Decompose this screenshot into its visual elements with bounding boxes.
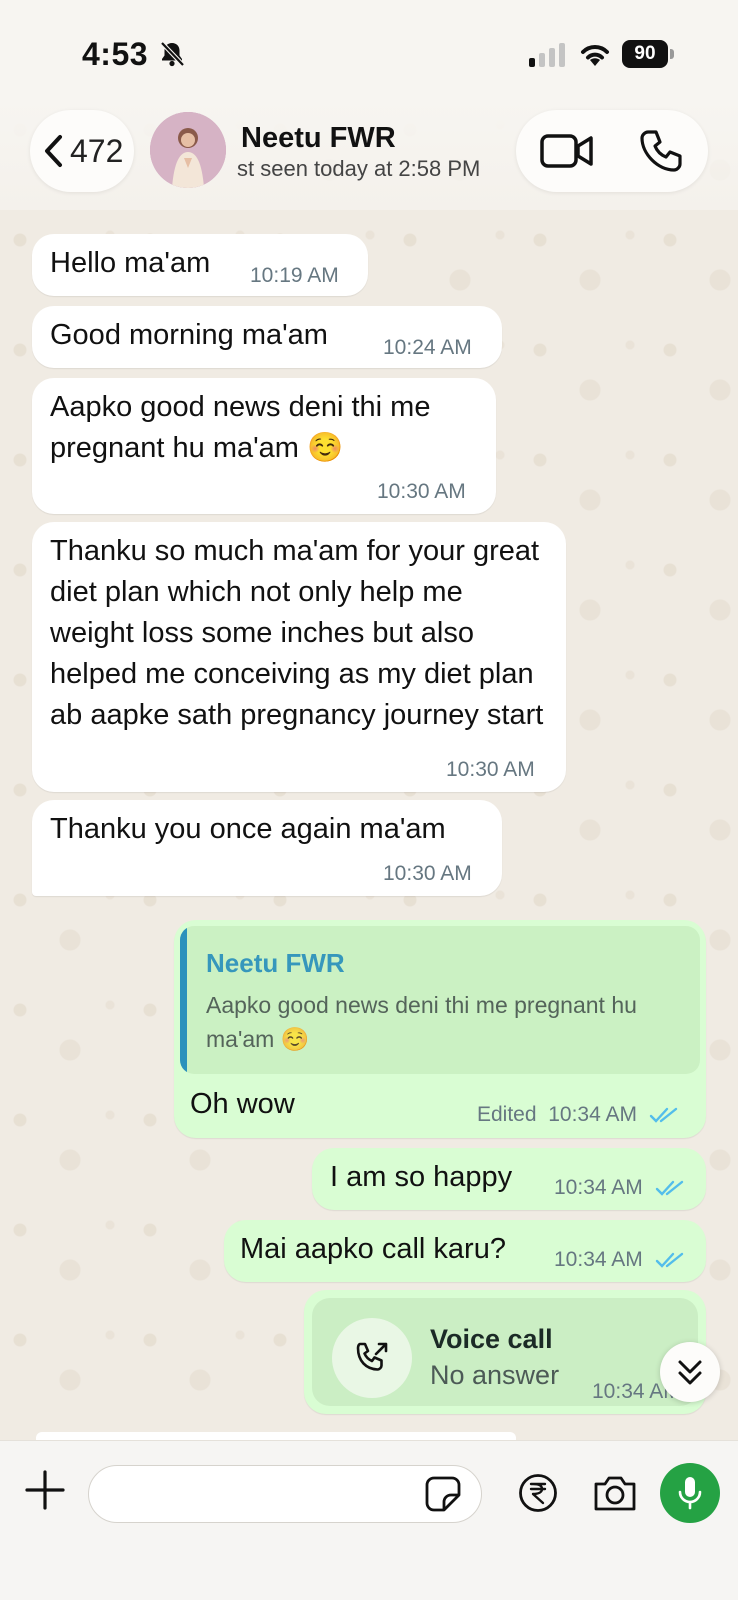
message-bubble-incoming[interactable]: Thanku you once again ma'am 10:30 AM xyxy=(32,800,502,896)
last-seen-status: st seen today at 2:58 PM xyxy=(237,156,481,181)
message-composer xyxy=(0,1440,738,1600)
sticker-icon[interactable] xyxy=(424,1475,462,1513)
battery-icon: 90 xyxy=(622,40,674,68)
message-bubble-outgoing[interactable]: Neetu FWR Aapko good news deni thi me pr… xyxy=(174,920,706,1138)
message-bubble-outgoing[interactable]: Mai aapko call karu? 10:34 AM xyxy=(224,1220,706,1282)
back-button[interactable]: 472 xyxy=(30,110,134,192)
status-bar: 4:53 90 xyxy=(0,0,738,100)
message-time: 10:24 AM xyxy=(383,336,472,359)
message-text: Hello ma'am xyxy=(50,247,211,279)
message-bubble-incoming[interactable]: Good morning ma'am 10:24 AM xyxy=(32,306,502,368)
unread-count: 472 xyxy=(70,132,124,169)
quote-text: Aapko good news deni thi me pregnant hu … xyxy=(206,992,637,1052)
message-time: 10:30 AM xyxy=(446,758,535,781)
rupee-icon[interactable] xyxy=(518,1473,558,1513)
message-bubble-incoming[interactable]: Aapko good news deni thi me pregnant hu … xyxy=(32,378,496,514)
camera-icon[interactable] xyxy=(592,1473,638,1513)
bell-off-icon xyxy=(160,41,185,67)
message-text: Oh wow xyxy=(190,1088,295,1120)
double-check-icon xyxy=(655,1253,683,1269)
quote-author: Neetu FWR xyxy=(206,948,345,978)
message-input[interactable] xyxy=(88,1465,482,1523)
double-check-icon xyxy=(649,1108,677,1124)
call-status: No answer xyxy=(430,1360,560,1390)
status-time: 4:53 xyxy=(82,36,149,72)
contact-name[interactable]: Neetu FWR xyxy=(241,122,396,155)
double-check-icon xyxy=(655,1181,683,1197)
call-icon-circle xyxy=(332,1318,412,1398)
message-meta: 10:34 AM xyxy=(554,1176,685,1200)
call-card[interactable]: Voice call No answer 10:34 AM xyxy=(312,1298,698,1406)
microphone-icon xyxy=(678,1477,702,1510)
message-text: Thanku so much ma'am for your great diet… xyxy=(50,535,544,731)
signal-icon xyxy=(529,43,565,67)
message-text: Aapko good news deni thi me pregnant hu … xyxy=(50,391,431,464)
message-time: 10:34 AM xyxy=(554,1176,643,1199)
avatar[interactable] xyxy=(150,112,226,188)
partial-message-bubble xyxy=(36,1432,516,1440)
chevron-left-icon xyxy=(45,135,62,167)
chevron-double-down-icon xyxy=(678,1360,702,1385)
battery-level: 90 xyxy=(622,40,668,68)
wifi-icon xyxy=(581,45,609,66)
video-call-icon[interactable] xyxy=(540,130,594,172)
message-time: 10:34 AM xyxy=(554,1248,643,1271)
edited-label: Edited xyxy=(477,1103,537,1126)
chat-header: 472 Neetu FWR st seen today at 2:58 PM xyxy=(0,100,738,210)
voice-call-bubble[interactable]: Voice call No answer 10:34 AM xyxy=(304,1290,706,1414)
phone-icon[interactable] xyxy=(640,128,684,174)
message-time: 10:19 AM xyxy=(250,264,339,287)
message-time: 10:30 AM xyxy=(377,480,466,503)
battery-tip xyxy=(670,49,674,59)
message-text: Good morning ma'am xyxy=(50,319,328,351)
message-meta: 10:34 AM xyxy=(554,1248,685,1272)
scroll-to-bottom-button[interactable] xyxy=(660,1342,720,1402)
message-text: Thanku you once again ma'am xyxy=(50,813,446,845)
call-actions xyxy=(516,110,708,192)
outgoing-call-icon xyxy=(356,1342,388,1371)
message-time: 10:30 AM xyxy=(383,862,472,885)
message-text: Mai aapko call karu? xyxy=(240,1233,506,1265)
plus-icon[interactable] xyxy=(24,1469,66,1511)
voice-message-button[interactable] xyxy=(660,1463,720,1523)
avatar-image xyxy=(150,112,226,188)
message-bubble-incoming[interactable]: Hello ma'am 10:19 AM xyxy=(32,234,368,296)
quoted-message[interactable]: Neetu FWR Aapko good news deni thi me pr… xyxy=(180,926,700,1074)
message-bubble-outgoing[interactable]: I am so happy 10:34 AM xyxy=(312,1148,706,1210)
quote-accent-bar xyxy=(180,926,187,1074)
call-title: Voice call xyxy=(430,1324,553,1354)
message-time: 10:34 AM xyxy=(548,1103,637,1126)
message-text: I am so happy xyxy=(330,1161,513,1193)
message-meta: Edited 10:34 AM xyxy=(477,1103,679,1127)
message-bubble-incoming[interactable]: Thanku so much ma'am for your great diet… xyxy=(32,522,566,792)
